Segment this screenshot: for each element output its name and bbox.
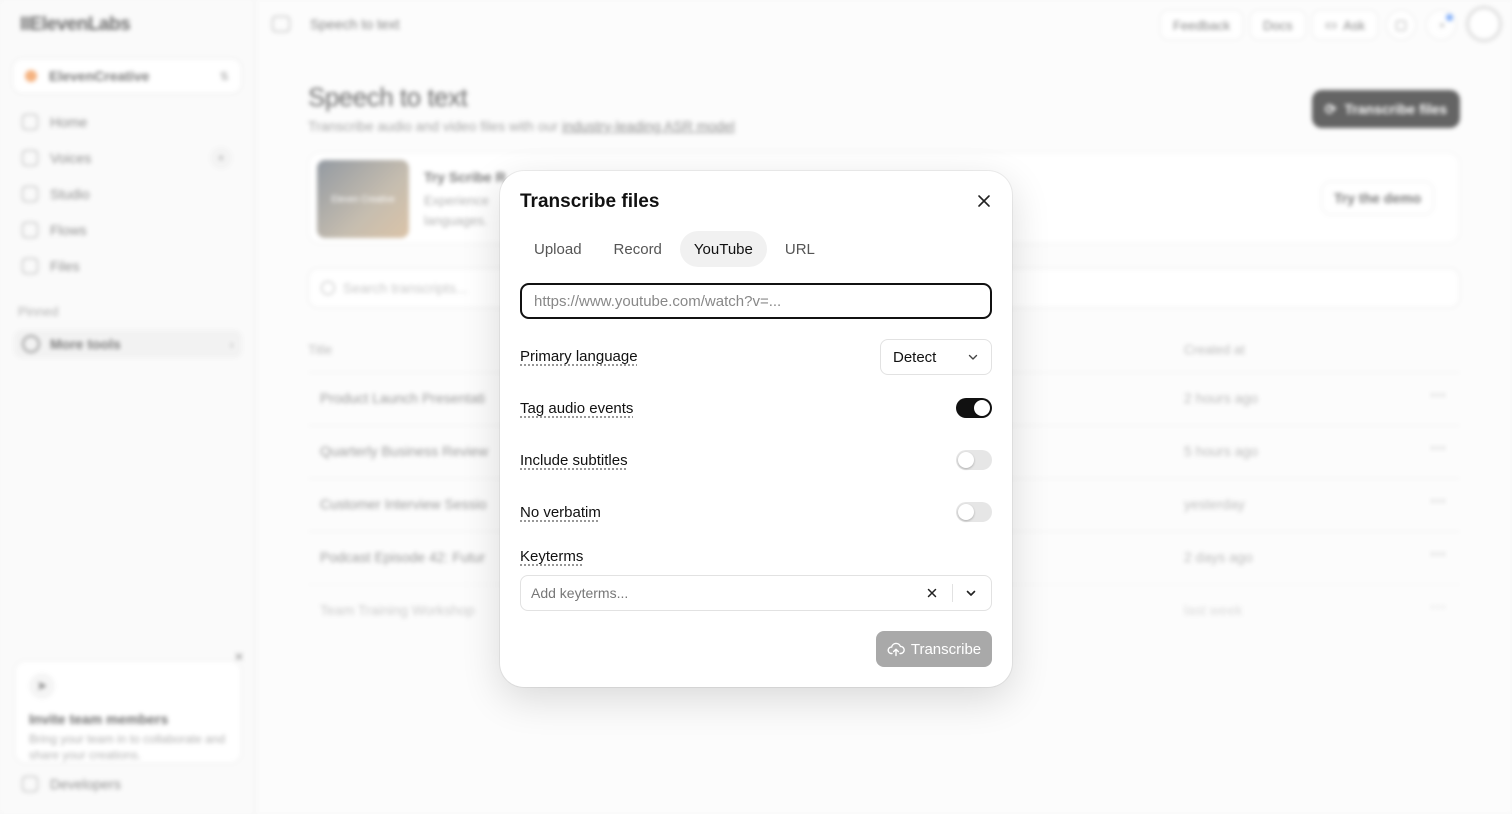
transcribe-button[interactable]: Transcribe	[876, 631, 992, 667]
primary-language-label: Primary language	[520, 348, 638, 365]
tab-url[interactable]: URL	[771, 231, 829, 267]
tab-youtube[interactable]: YouTube	[679, 231, 767, 267]
dialog-title: Transcribe files	[520, 191, 660, 212]
toggle-knob	[974, 400, 990, 416]
tag-audio-events-toggle[interactable]	[956, 398, 992, 418]
chevron-down-icon[interactable]	[961, 581, 981, 605]
toggle-knob	[958, 504, 974, 520]
keyterms-label: Keyterms	[520, 548, 584, 565]
toggle-knob	[958, 452, 974, 468]
close-icon	[978, 195, 990, 207]
primary-language-select[interactable]: Detect	[880, 339, 992, 375]
transcribe-label: Transcribe	[910, 640, 982, 658]
divider	[952, 584, 953, 602]
keyterms-field	[520, 575, 992, 611]
tab-record[interactable]: Record	[600, 231, 676, 267]
close-button[interactable]	[972, 189, 996, 213]
chevron-down-icon	[967, 351, 979, 363]
youtube-url-input[interactable]	[520, 283, 992, 319]
primary-language-value: Detect	[893, 348, 937, 366]
keyterms-input[interactable]	[531, 585, 920, 601]
upload-cloud-icon	[887, 642, 905, 657]
tab-upload[interactable]: Upload	[520, 231, 596, 267]
transcribe-dialog: Transcribe files Upload Record YouTube U…	[500, 171, 1012, 687]
tag-audio-events-label: Tag audio events	[520, 400, 634, 417]
include-subtitles-toggle[interactable]	[956, 450, 992, 470]
include-subtitles-label: Include subtitles	[520, 452, 628, 469]
no-verbatim-label: No verbatim	[520, 504, 601, 521]
clear-icon[interactable]	[920, 581, 944, 605]
source-tabs: Upload Record YouTube URL	[520, 231, 829, 267]
no-verbatim-toggle[interactable]	[956, 502, 992, 522]
